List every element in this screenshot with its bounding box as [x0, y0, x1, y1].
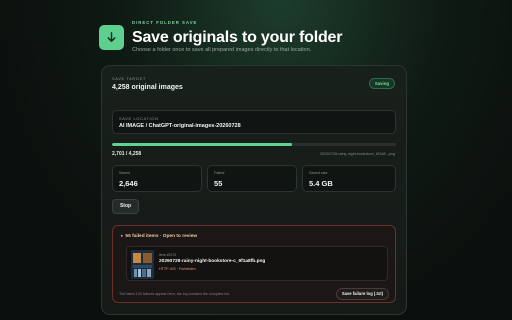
progress-count: 2,701 / 4,258: [112, 151, 142, 157]
stat-size-label: Saved size: [309, 171, 328, 175]
stat-failed-label: Failed: [214, 171, 225, 175]
save-location-value: AI IMAGE / ChatGPT-original-images-20260…: [119, 123, 241, 129]
disclosure-triangle-icon: ▸: [121, 234, 124, 239]
save-location-box: SAVE LOCATION AI IMAGE / ChatGPT-origina…: [112, 110, 396, 134]
page-subtitle: Choose a folder once to save all prepare…: [132, 47, 312, 53]
failures-section: ▸ 55 failed items · Open to review Item #…: [112, 225, 396, 303]
save-failure-log-button[interactable]: Save failure log (.txt): [335, 288, 389, 300]
stat-failed: Failed 55: [207, 165, 297, 192]
stat-saved: Saved 2,646: [112, 165, 202, 192]
failure-item-meta: Item #0721: [159, 253, 177, 257]
save-location-label: SAVE LOCATION: [119, 116, 159, 121]
image-thumbnail: [131, 250, 154, 279]
stat-failed-value: 55: [214, 179, 223, 188]
page-title: Save originals to your folder: [132, 29, 343, 46]
save-target-value: 4,258 original images: [112, 84, 183, 91]
failures-toggle-label: 55 failed items · Open to review: [125, 234, 198, 239]
eyebrow-label: DIRECT FOLDER SAVE: [132, 20, 198, 25]
status-badge: Saving: [368, 78, 395, 89]
progress-fill: [112, 143, 293, 146]
failures-toggle[interactable]: ▸ 55 failed items · Open to review: [121, 234, 197, 239]
stop-button[interactable]: Stop: [112, 199, 139, 214]
failures-note: The latest 100 failures appear here; the…: [119, 292, 230, 296]
stat-saved-label: Saved: [119, 171, 130, 175]
download-arrow-icon: [99, 25, 124, 50]
page-header: DIRECT FOLDER SAVE Save originals to you…: [99, 17, 419, 57]
failure-item-filename: 20260728-rainy-night-bookstore-c_9f1a8fb…: [159, 259, 266, 264]
stat-saved-size: Saved size 5.4 GB: [302, 165, 396, 192]
stat-saved-value: 2,646: [119, 179, 138, 188]
progress-bar: [112, 143, 396, 146]
failure-item: Item #0721 20260728-rainy-night-bookstor…: [126, 246, 388, 281]
failure-item-error: HTTP 403 · Forbidden: [159, 267, 196, 271]
save-target-label: SAVE TARGET: [112, 76, 146, 81]
stat-size-value: 5.4 GB: [309, 179, 333, 188]
save-panel: SAVE TARGET 4,258 original images Saving…: [101, 65, 407, 315]
current-file-name: 20260728-rainy-night-bookstore_8f1d8...p…: [320, 152, 395, 156]
